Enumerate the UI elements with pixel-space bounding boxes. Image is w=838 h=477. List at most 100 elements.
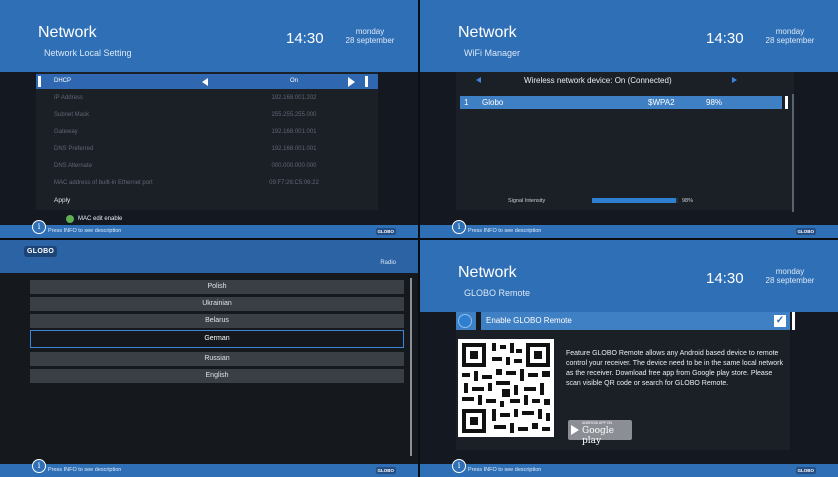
row-value: 09:F7:26:C5:06:22 [269, 180, 319, 186]
globo-logo: GLOBO [24, 246, 58, 257]
language-item[interactable]: Belarus [30, 314, 404, 328]
network-strength: 98% [706, 98, 723, 107]
panel-header: Network WiFi Manager 14:30 monday 28 sep… [420, 0, 838, 72]
scrollbar[interactable] [410, 278, 412, 456]
dns-alternate-row[interactable]: DNS Alternate 000.000.000.000 [36, 159, 378, 174]
clock: 14:30 [706, 270, 744, 287]
network-local-setting-panel: Network Network Local Setting 14:30 mond… [0, 0, 418, 238]
language-list: Polish Ukrainian Belarus German Russian … [0, 273, 418, 464]
page-subtitle: GLOBO Remote [464, 288, 531, 298]
badge-store-name: Google play [582, 426, 614, 446]
play-store-icon [571, 425, 579, 435]
right-arrow-icon[interactable] [732, 77, 737, 83]
network-ssid: Globo [482, 98, 504, 107]
apply-button[interactable]: Apply [36, 193, 378, 208]
clock: 14:30 [706, 30, 744, 47]
page-title: Network [458, 24, 517, 41]
qr-code-icon [458, 339, 554, 437]
weekday: monday [355, 27, 385, 36]
divider [476, 312, 481, 330]
enable-remote-row[interactable]: Enable GLOBO Remote ✓ [456, 312, 795, 330]
date: 28 september [765, 36, 815, 45]
remote-description: Feature GLOBO Remote allows any Android … [566, 350, 783, 387]
footer-logo: GLOBO [375, 467, 396, 474]
language-item[interactable]: Russian [30, 352, 404, 366]
footer-logo: GLOBO [795, 228, 816, 235]
page-subtitle: Network Local Setting [44, 48, 132, 58]
row-value: 192.168.001.202 [271, 95, 317, 101]
date-display: monday 28 september [340, 27, 400, 45]
footer-hint: Press INFO to see description [468, 467, 542, 473]
wireless-device-status: Wireless network device: On (Connected) [524, 76, 672, 85]
selection-edge [792, 312, 795, 330]
info-icon: i [32, 459, 46, 473]
scrollbar[interactable] [792, 94, 794, 212]
mac-edit-label: MAC edit enable [78, 216, 123, 222]
panel-header: Network GLOBO Remote 14:30 monday 28 sep… [420, 240, 838, 312]
footer-hint: Press INFO to see description [468, 228, 542, 234]
footer-logo: GLOBO [795, 467, 816, 474]
network-index: 1 [464, 98, 469, 107]
footer-bar: i Press INFO to see description GLOBO [0, 220, 418, 238]
network-row[interactable]: 1 Globo $WPA2 98% [460, 96, 788, 109]
language-item-selected[interactable]: German [30, 330, 404, 348]
info-icon: i [32, 220, 46, 234]
info-icon: i [452, 459, 466, 473]
mac-edit-hint: MAC edit enable [36, 213, 236, 225]
language-item[interactable]: Polish [30, 280, 404, 294]
row-label: Gateway [54, 129, 78, 135]
signal-bar-fill [592, 198, 677, 203]
remote-settings: Enable GLOBO Remote ✓ Feature GLOBO Remo… [456, 312, 795, 450]
language-item[interactable]: Ukrainian [30, 297, 404, 311]
footer-hint: Press INFO to see description [48, 467, 122, 473]
footer-bar: i Press INFO to see description GLOBO [420, 220, 838, 238]
row-value: 192.168.001.001 [271, 146, 317, 152]
badge-caption: ANDROID APP ON [582, 421, 613, 425]
ip-address-row[interactable]: IP Address 192.168.001.202 [36, 91, 378, 106]
selection-edge [365, 76, 368, 87]
date-display: monday 28 september [760, 27, 820, 45]
globo-remote-panel: Network GLOBO Remote 14:30 monday 28 sep… [420, 240, 838, 477]
row-value: On [289, 78, 298, 84]
selection-edge [785, 96, 788, 109]
google-play-badge[interactable]: ANDROID APP ON Google play [568, 420, 632, 446]
language-panel: GLOBO Radio Polish Ukrainian Belarus Ger… [0, 240, 418, 477]
clock: 14:30 [286, 30, 324, 47]
row-label: MAC address of built-in Ethernet port [54, 180, 153, 186]
signal-label: Signal Intensity [508, 198, 546, 204]
dns-preferred-row[interactable]: DNS Preferred 192.168.001.001 [36, 142, 378, 157]
wireless-device-selector[interactable]: Wireless network device: On (Connected) [456, 74, 794, 88]
row-value: 192.168.001.001 [271, 129, 317, 135]
page-title: Network [38, 24, 97, 41]
info-icon: i [452, 220, 466, 234]
subnet-mask-row[interactable]: Subnet Mask 255.255.255.000 [36, 108, 378, 123]
date: 28 september [765, 276, 815, 285]
footer-bar: i Press INFO to see description GLOBO [420, 459, 838, 477]
network-security: $WPA2 [648, 98, 675, 107]
dhcp-row[interactable]: DHCP On [36, 74, 378, 89]
panel-header: GLOBO Radio [0, 240, 418, 273]
enable-remote-label: Enable GLOBO Remote [486, 316, 572, 325]
row-label: Subnet Mask [54, 112, 90, 118]
mode-label: Radio [380, 260, 396, 266]
green-button-icon [66, 215, 74, 223]
page-subtitle: WiFi Manager [464, 48, 521, 58]
row-label: DHCP [54, 78, 72, 84]
row-label: DNS Alternate [54, 163, 93, 169]
row-label: DNS Preferred [54, 146, 94, 152]
left-arrow-icon[interactable] [202, 78, 208, 86]
language-item[interactable]: English [30, 369, 404, 383]
weekday: monday [775, 27, 805, 36]
right-arrow-icon[interactable] [348, 77, 355, 87]
date: 28 september [345, 36, 395, 45]
footer-logo: GLOBO [375, 228, 396, 235]
globe-icon [458, 314, 472, 328]
row-value: 255.255.255.000 [271, 112, 317, 118]
checkbox-icon[interactable]: ✓ [774, 315, 786, 327]
mac-address-row[interactable]: MAC address of built-in Ethernet port 09… [36, 176, 378, 191]
gateway-row[interactable]: Gateway 192.168.001.001 [36, 125, 378, 140]
left-arrow-icon[interactable] [476, 77, 481, 83]
panel-header: Network Network Local Setting 14:30 mond… [0, 0, 418, 72]
settings-list: DHCP On IP Address 192.168.001.202 Subne… [36, 72, 378, 210]
signal-intensity: Signal Intensity 98% [456, 196, 794, 206]
